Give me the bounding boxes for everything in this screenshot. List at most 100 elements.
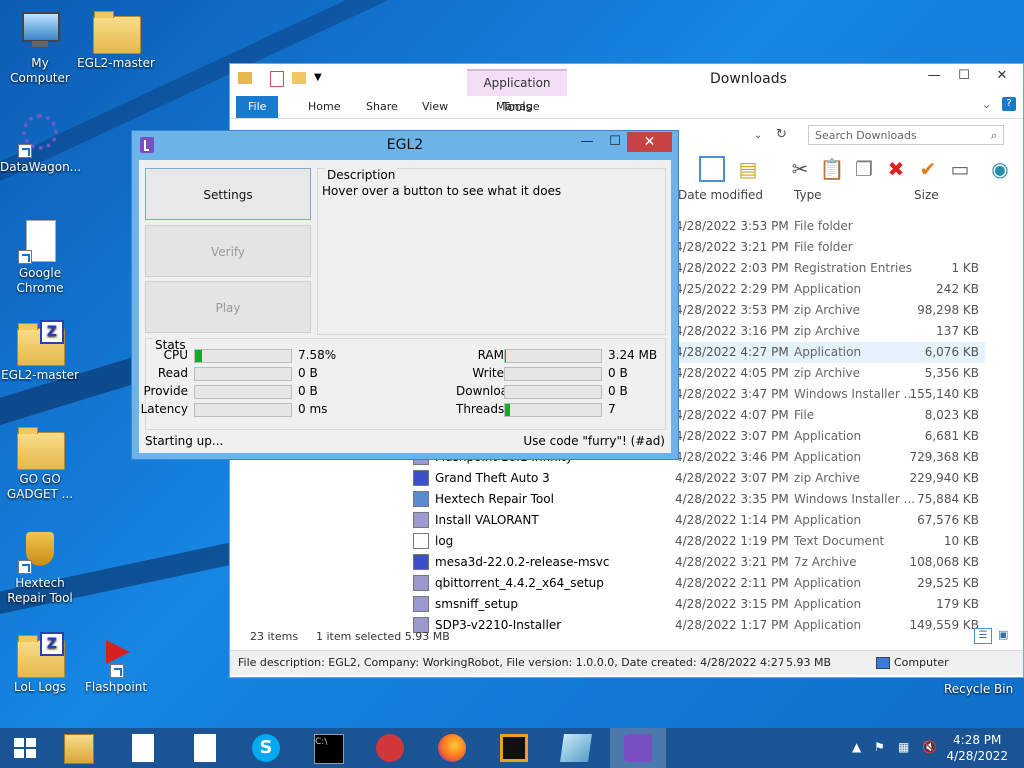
delete-icon[interactable]: ✖ (883, 156, 909, 182)
column-date-modified[interactable]: Date modified (678, 188, 763, 202)
zip-icon (413, 554, 429, 570)
column-type[interactable]: Type (794, 188, 822, 202)
chevron-down-icon[interactable]: ▼ (314, 72, 322, 83)
tab-file[interactable]: File (236, 96, 279, 118)
details-view-icon[interactable]: ☰ (974, 628, 992, 644)
file-name: smsniff_setup (435, 597, 518, 611)
taskbar-firefox[interactable] (424, 728, 480, 768)
desktop-icon-google-chrome[interactable]: Google Chrome (0, 218, 80, 296)
copy-icon[interactable]: ❐ (851, 156, 877, 182)
desktop-icon-label: GO GO GADGET ... (6, 472, 74, 501)
table-row[interactable]: smsniff_setup 4/28/2022 3:15 PM Applicatio… (410, 594, 985, 615)
table-row[interactable]: Hextech Repair Tool 4/28/2022 3:35 PM Wind… (410, 489, 985, 510)
column-size[interactable]: Size (914, 188, 939, 202)
taskbar-egl2[interactable] (610, 728, 666, 768)
desktop-icon-datawagon[interactable]: DataWagon... (0, 112, 81, 175)
close-button[interactable]: ✕ (988, 66, 1016, 86)
settings-button[interactable]: Settings (145, 168, 311, 220)
preview-pane-icon[interactable] (699, 156, 725, 182)
desktop-icon-label: Flashpoint (84, 680, 148, 694)
desktop-icon-lol-logs[interactable]: Z LoL Logs (0, 632, 80, 695)
table-row[interactable]: Grand Theft Auto 3 4/28/2022 3:07 PM zip A… (410, 468, 985, 489)
application-icon (413, 596, 429, 612)
egl2-body: Settings Verify Play Description Hover o… (139, 160, 671, 453)
clock-time: 4:28 PM (953, 733, 1002, 747)
search-input[interactable]: Search Downloads ⌕ (808, 125, 1004, 145)
tab-view[interactable]: View (410, 96, 460, 118)
table-row[interactable]: Install VALORANT 4/28/2022 1:14 PM Applica… (410, 510, 985, 531)
refresh-icon[interactable]: ↻ (776, 127, 787, 142)
windows-logo-icon (14, 738, 36, 758)
paste-icon[interactable]: 📋 (819, 156, 845, 182)
desktop-icon-egl2-master-zip[interactable]: Z EGL2-master (0, 320, 80, 383)
tab-share[interactable]: Share (354, 96, 410, 118)
file-type: File (794, 408, 815, 422)
taskbar-file-explorer[interactable] (50, 728, 106, 768)
file-size: 179 KB (936, 597, 979, 611)
file-size: 155,140 KB (909, 387, 979, 401)
desktop-icon-recycle-bin[interactable]: Recycle Bin (944, 682, 1013, 696)
explorer-title-bar[interactable]: ▼ Application Tools Downloads — ☐ ✕ (230, 64, 1023, 114)
taskbar-document-1[interactable] (114, 728, 170, 768)
desktop-icon-flashpoint[interactable]: Flashpoint (76, 632, 156, 695)
desktop-icon-label: My Computer (10, 56, 70, 85)
egl2-title-bar[interactable]: EGL2 — ☐ ✕ (132, 131, 678, 159)
desktop-icon-egl2-master-folder[interactable]: EGL2-master (76, 8, 156, 71)
stat-value-latency: 0 ms (298, 402, 328, 416)
taskbar-app-glass[interactable] (548, 728, 604, 768)
table-row[interactable]: mesa3d-22.0.2-release-msvc 4/28/2022 3:21… (410, 552, 985, 573)
egl2-minimize-button[interactable]: — (574, 132, 600, 152)
egl2-window[interactable]: EGL2 — ☐ ✕ Settings Verify Play Descript… (131, 130, 679, 460)
desktop-icon-go-go-gadget[interactable]: GO GO GADGET ... (0, 424, 80, 502)
table-row[interactable]: qbittorrent_4.4.2_x64_setup 4/28/2022 2:1… (410, 573, 985, 594)
desktop-icon-label: EGL2-master (1, 368, 79, 382)
cut-icon[interactable]: ✂ (787, 156, 813, 182)
egl2-close-button[interactable]: ✕ (627, 132, 672, 152)
quick-access-folder-icon[interactable] (238, 72, 252, 84)
maximize-button[interactable]: ☐ (950, 66, 978, 86)
desktop-icon-hextech-repair-tool[interactable]: Hextech Repair Tool (0, 528, 80, 606)
help-icon[interactable]: ? (1002, 97, 1016, 111)
document-icon (194, 734, 216, 762)
taskbar-document-2[interactable] (176, 728, 232, 768)
large-icons-view-icon[interactable]: ▣ (998, 628, 1014, 644)
ribbon-expand-icon[interactable]: ⌄ (982, 98, 991, 111)
verify-button[interactable]: Verify (145, 225, 311, 277)
tab-manage[interactable]: Manage (484, 96, 552, 118)
stat-bar-download (504, 385, 602, 399)
clock[interactable]: 4:28 PM 4/28/2022 (946, 732, 1008, 764)
file-name: Hextech Repair Tool (435, 492, 554, 506)
checkmark-icon[interactable]: ✔ (915, 156, 941, 182)
taskbar-command-prompt[interactable]: C:\ (300, 728, 356, 768)
network-icon[interactable]: ▦ (898, 740, 909, 754)
egl2-maximize-button[interactable]: ☐ (602, 132, 628, 152)
start-button[interactable] (0, 728, 56, 768)
window-icon (560, 734, 592, 762)
table-row[interactable]: log 4/28/2022 1:19 PM Text Document 10 KB (410, 531, 985, 552)
globe-icon[interactable]: ◉ (987, 156, 1013, 182)
taskbar-riot-client[interactable] (362, 728, 418, 768)
play-button[interactable]: Play (145, 281, 311, 333)
file-date-modified: 4/28/2022 3:07 PM (675, 471, 789, 485)
stat-label-read: Read (157, 366, 188, 380)
file-date-modified: 4/28/2022 3:35 PM (675, 492, 789, 506)
show-hidden-icons-icon[interactable]: ▲ (852, 740, 861, 754)
taskbar-skype[interactable]: S (238, 728, 294, 768)
stat-bar-ram (504, 349, 602, 363)
stat-value-download: 0 B (608, 384, 628, 398)
computer-icon (22, 12, 60, 42)
desktop-icon-my-computer[interactable]: My Computer (0, 8, 80, 86)
new-folder-icon[interactable] (292, 72, 306, 84)
minimize-button[interactable]: — (920, 66, 948, 86)
description-text: Hover over a button to see what it does (322, 184, 562, 198)
action-center-icon[interactable]: ⚑ (874, 740, 885, 754)
taskbar-app-colorful[interactable] (486, 728, 542, 768)
folder-options-icon[interactable]: ▤ (735, 156, 761, 182)
egl2-logo-icon (624, 734, 652, 762)
properties-icon[interactable]: ▭ (947, 156, 973, 182)
volume-muted-icon[interactable]: 🔇 (922, 740, 937, 754)
properties-icon[interactable] (270, 71, 284, 87)
stats-box: Stats CPU 7.58% Read 0 B Provide 0 B Latency 0 … (141, 338, 666, 430)
tab-home[interactable]: Home (296, 96, 352, 118)
address-dropdown-icon[interactable]: ⌄ (754, 130, 762, 141)
